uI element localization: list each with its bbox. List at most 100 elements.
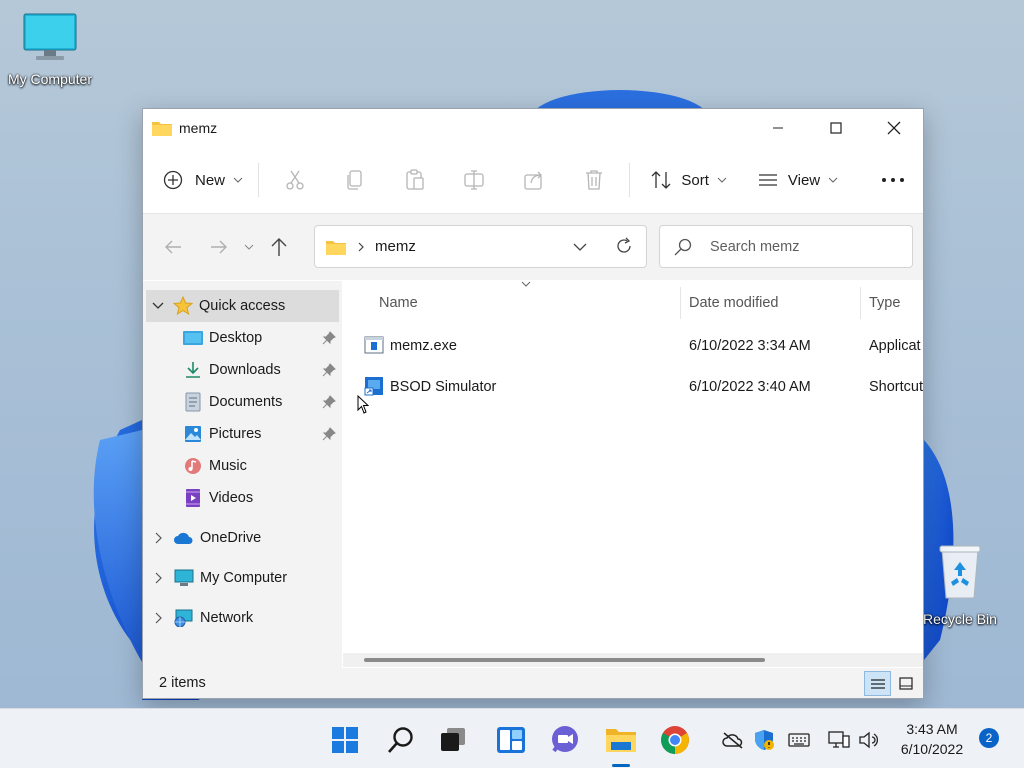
file-date: 6/10/2022 3:40 AM: [689, 379, 811, 395]
cut-button[interactable]: [265, 162, 325, 198]
file-explorer-window: memz New Sort View memz Search memz Quic…: [142, 108, 924, 699]
search-box[interactable]: Search memz: [659, 225, 913, 268]
pin-icon: [322, 363, 336, 377]
rename-button[interactable]: [444, 162, 504, 198]
file-row[interactable]: memz.exe 6/10/2022 3:34 AM Applicat: [342, 325, 923, 365]
chevron-down-icon[interactable]: [152, 302, 164, 310]
arrow-right-icon: [211, 240, 227, 254]
application-icon: [364, 336, 384, 354]
notification-badge[interactable]: 2: [979, 728, 999, 748]
security-tray-button[interactable]: [753, 729, 775, 751]
copy-button[interactable]: [325, 162, 385, 198]
star-icon: [173, 296, 193, 316]
up-button[interactable]: [261, 229, 297, 265]
desktop-icon-my-computer[interactable]: My Computer: [4, 12, 96, 87]
file-name: memz.exe: [390, 338, 457, 354]
breadcrumb-segment[interactable]: memz: [375, 238, 416, 255]
column-header-date[interactable]: Date modified: [689, 295, 778, 311]
recent-locations-button[interactable]: [239, 229, 259, 265]
clock-date: 6/10/2022: [900, 741, 964, 757]
large-icons-view-icon: [898, 677, 913, 690]
column-header-name[interactable]: Name: [379, 295, 418, 311]
close-button[interactable]: [865, 109, 923, 147]
view-button[interactable]: View: [758, 162, 857, 198]
desktop-icon-recycle-bin[interactable]: Recycle Bin: [918, 542, 1002, 627]
address-bar[interactable]: memz: [314, 225, 647, 268]
chrome-button[interactable]: [658, 723, 692, 757]
share-button[interactable]: [504, 162, 564, 198]
music-icon: [185, 458, 201, 474]
paste-button[interactable]: [385, 162, 445, 198]
forward-button[interactable]: [201, 229, 237, 265]
sidebar-item-videos[interactable]: Videos: [143, 482, 342, 514]
share-icon: [524, 171, 542, 190]
command-bar: New Sort View: [143, 147, 923, 214]
sidebar-item-documents[interactable]: Documents: [143, 386, 342, 418]
pictures-icon: [185, 426, 201, 442]
recycle-bin-icon: [939, 545, 981, 599]
network-tray-button[interactable]: [828, 729, 850, 751]
teams-chat-icon: [552, 726, 578, 753]
chat-button[interactable]: [548, 723, 582, 757]
details-view-button[interactable]: [864, 671, 891, 696]
large-icons-view-button[interactable]: [892, 671, 919, 696]
cloud-offline-icon: [722, 732, 743, 749]
back-button[interactable]: [155, 229, 191, 265]
volume-tray-button[interactable]: [858, 729, 880, 751]
horizontal-scrollbar[interactable]: [343, 653, 923, 667]
sidebar-item-my-computer[interactable]: My Computer: [143, 562, 342, 594]
sidebar-item-label: Videos: [209, 490, 254, 506]
refresh-icon[interactable]: [615, 237, 633, 255]
taskbar: 3:43 AM 6/10/2022 2: [0, 708, 1024, 768]
sidebar-item-pictures[interactable]: Pictures: [143, 418, 342, 450]
sidebar-item-onedrive[interactable]: OneDrive: [143, 522, 342, 554]
onedrive-tray-button[interactable]: [722, 729, 744, 751]
chevron-right-icon[interactable]: [155, 612, 163, 624]
chevron-right-icon[interactable]: [155, 532, 163, 544]
search-button[interactable]: [384, 723, 418, 757]
scrollbar-thumb[interactable]: [364, 658, 765, 662]
videos-icon: [186, 489, 200, 507]
chevron-right-icon[interactable]: [155, 572, 163, 584]
system-clock[interactable]: 3:43 AM 6/10/2022: [887, 719, 977, 759]
widgets-button[interactable]: [494, 723, 528, 757]
desktop-icon-label: Recycle Bin: [923, 611, 997, 627]
file-type: Applicat: [869, 338, 921, 354]
task-view-button[interactable]: [436, 723, 470, 757]
breadcrumb-chevron-icon: [358, 242, 364, 251]
status-bar: 2 items: [143, 668, 923, 698]
search-placeholder: Search memz: [710, 238, 800, 255]
sidebar-item-network[interactable]: Network: [143, 602, 342, 634]
new-button[interactable]: New: [163, 162, 252, 198]
delete-button[interactable]: [564, 162, 624, 198]
start-button[interactable]: [328, 723, 362, 757]
copy-icon: [347, 170, 362, 190]
sidebar-item-label: Music: [209, 458, 247, 474]
maximize-icon: [830, 122, 842, 134]
file-explorer-taskbar-button[interactable]: [604, 723, 638, 757]
keyboard-tray-button[interactable]: [788, 729, 810, 751]
sidebar-item-music[interactable]: Music: [143, 450, 342, 482]
chevron-down-icon: [233, 177, 243, 183]
sidebar-item-quick-access[interactable]: Quick access: [146, 290, 339, 322]
chevron-down-icon[interactable]: [573, 242, 587, 252]
navigation-pane: Quick access Desktop Downloads Documents…: [143, 281, 342, 683]
column-header-type[interactable]: Type: [869, 295, 900, 311]
chevron-down-icon: [244, 244, 254, 250]
network-icon: [174, 609, 193, 627]
file-row[interactable]: BSOD Simulator 6/10/2022 3:40 AM Shortcu…: [342, 366, 923, 406]
defender-icon: [755, 730, 774, 750]
column-divider[interactable]: [680, 287, 681, 319]
sidebar-item-desktop[interactable]: Desktop: [143, 322, 342, 354]
chevron-down-icon: [828, 177, 838, 183]
sidebar-item-label: Network: [200, 610, 254, 626]
toolbar-divider: [629, 163, 631, 197]
column-divider[interactable]: [860, 287, 861, 319]
see-more-button[interactable]: [863, 162, 923, 198]
sidebar-item-label: Quick access: [199, 298, 286, 314]
title-bar[interactable]: memz: [143, 109, 923, 147]
sort-button[interactable]: Sort: [650, 162, 745, 198]
maximize-button[interactable]: [807, 109, 865, 147]
sidebar-item-downloads[interactable]: Downloads: [143, 354, 342, 386]
minimize-button[interactable]: [749, 109, 807, 147]
